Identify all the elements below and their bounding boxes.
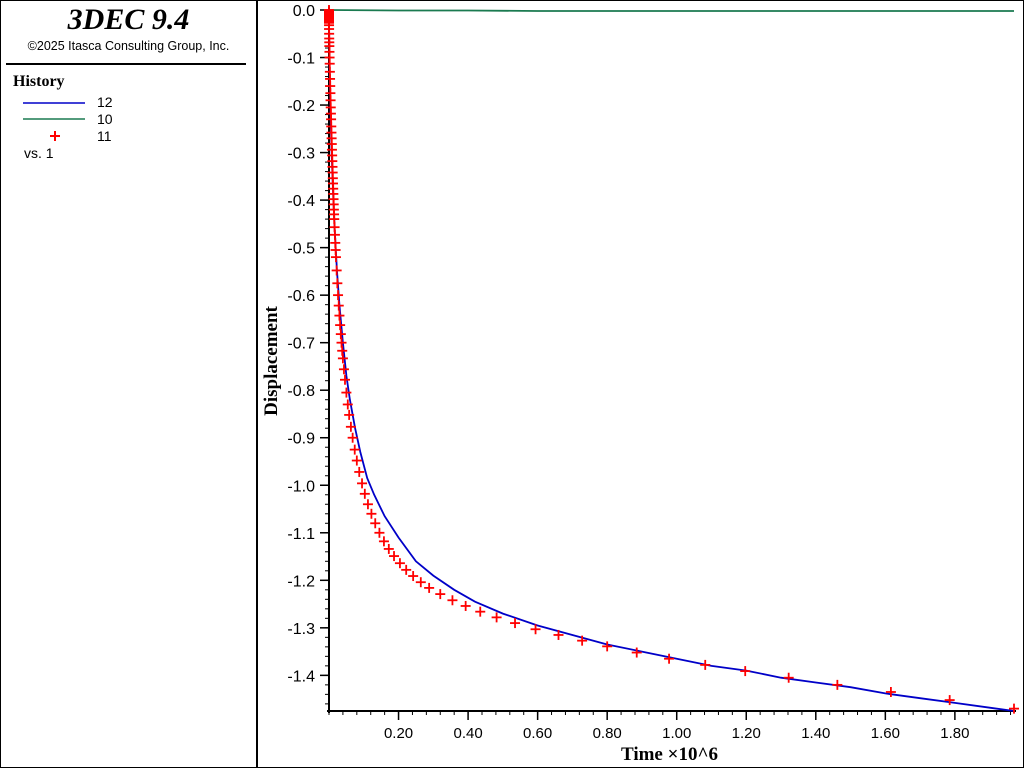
x-tick-label: 0.80	[593, 725, 622, 742]
series-point-11	[435, 589, 446, 600]
series-markers-11	[324, 5, 1019, 714]
series-point-11	[389, 551, 400, 562]
series-point-11	[394, 558, 405, 569]
series-point-11	[832, 679, 843, 690]
series-point-11	[334, 310, 345, 321]
series-point-11	[354, 466, 365, 477]
series-point-11	[475, 606, 486, 617]
series-point-11	[401, 564, 412, 575]
y-tick-label: -1.1	[287, 526, 315, 543]
series-point-11	[335, 329, 346, 340]
series-point-11	[383, 543, 394, 554]
series-point-11	[491, 612, 502, 623]
x-tick-label: 1.20	[732, 725, 761, 742]
series-point-11	[339, 374, 350, 385]
series-point-11	[664, 653, 675, 664]
y-tick-label: -1.3	[287, 621, 315, 638]
y-tick-label: -0.5	[287, 241, 315, 258]
x-tick-label: 1.80	[940, 725, 969, 742]
x-tick-label: 0.60	[523, 725, 552, 742]
series-point-11	[357, 478, 368, 489]
series-point-11	[359, 488, 370, 499]
y-tick-label: -0.6	[287, 288, 315, 305]
series-point-11	[366, 508, 377, 519]
y-tick-label: -0.2	[287, 98, 315, 115]
x-tick-label: 0.20	[384, 725, 413, 742]
series-point-11	[740, 666, 751, 677]
series-point-11	[370, 518, 381, 529]
series-point-11	[333, 300, 344, 311]
y-tick-label: 0.0	[293, 3, 315, 20]
series-point-11	[331, 265, 342, 276]
y-tick-label: -0.4	[287, 193, 315, 210]
y-tick-label: -0.9	[287, 431, 315, 448]
series-point-11	[415, 577, 426, 588]
y-tick-label: -1.0	[287, 478, 315, 495]
series-line-12	[328, 10, 1015, 712]
x-tick-label: 1.40	[801, 725, 830, 742]
plot-window: 3DEC 9.4 ©2025 Itasca Consulting Group, …	[0, 0, 1024, 768]
series-point-11	[351, 455, 362, 466]
x-tick-label: 1.00	[662, 725, 691, 742]
series-point-11	[374, 527, 385, 538]
series-point-11	[337, 353, 348, 364]
y-tick-label: -1.2	[287, 573, 315, 590]
x-axis-label: Time ×10^6	[621, 744, 718, 765]
series-point-11	[460, 600, 471, 611]
series-point-11	[783, 672, 794, 683]
series-point-11	[330, 252, 341, 263]
x-tick-label: 0.40	[453, 725, 482, 742]
series-point-11	[362, 499, 373, 510]
y-tick-label: -1.4	[287, 668, 315, 685]
series-point-11	[378, 536, 389, 547]
series-point-11	[338, 364, 349, 375]
series-point-11	[447, 595, 458, 606]
plot-area: 0.0 -0.1 -0.2 -0.3 -0.4 -0.5 -0.6 -0.7 -0.8 -0.9 -…	[261, 3, 1019, 765]
y-tick-label: -0.8	[287, 383, 315, 400]
series-point-11	[332, 278, 343, 289]
axes	[320, 8, 1016, 720]
series-point-11	[408, 571, 419, 582]
y-axis-label: Displacement	[261, 305, 282, 415]
y-tick-label: -0.3	[287, 146, 315, 163]
series-layer	[324, 5, 1019, 714]
x-tick-label: 1.60	[871, 725, 900, 742]
y-tick-label: -0.1	[287, 51, 315, 68]
y-tick-label: -0.7	[287, 336, 315, 353]
series-line-10	[328, 9, 1014, 12]
series-point-11	[424, 582, 435, 593]
axis-labels: 0.0 -0.1 -0.2 -0.3 -0.4 -0.5 -0.6 -0.7 -0.8 -0.9 -…	[261, 3, 969, 765]
series-point-11	[333, 290, 344, 301]
series-point-11	[700, 659, 711, 670]
series-point-11	[335, 320, 346, 331]
